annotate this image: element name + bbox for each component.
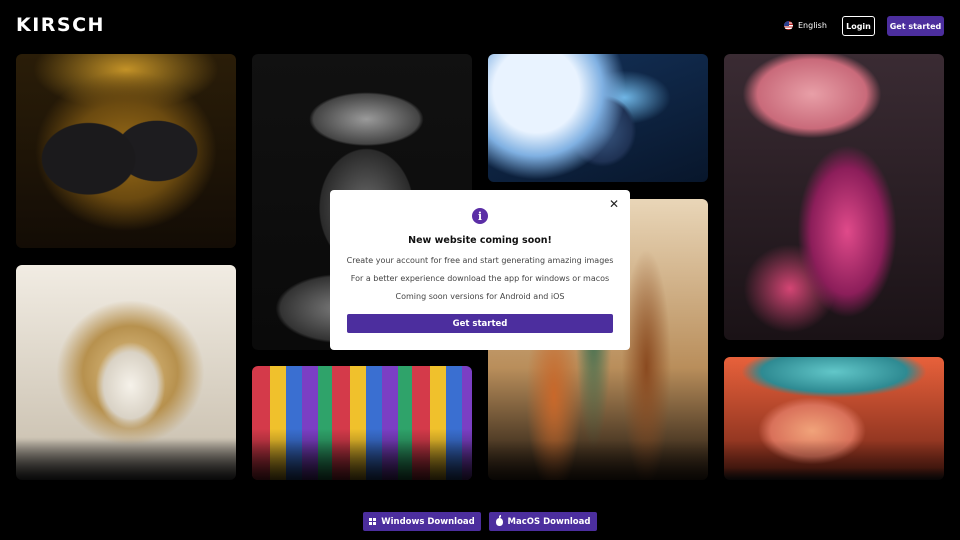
language-label: English: [798, 21, 827, 30]
gallery-image-armored-knight[interactable]: [488, 54, 708, 182]
announcement-modal: ✕ i New website coming soon! Create your…: [330, 190, 630, 350]
windows-download-label: Windows Download: [381, 516, 475, 527]
windows-download-button[interactable]: Windows Download: [363, 512, 481, 531]
login-button[interactable]: Login: [842, 16, 875, 36]
gallery-fade-overlay: [0, 440, 960, 500]
modal-get-started-button[interactable]: Get started: [347, 314, 613, 333]
modal-text-line: Create your account for free and start g…: [346, 256, 614, 265]
gallery-image-bee[interactable]: [16, 54, 236, 248]
close-icon[interactable]: ✕: [608, 198, 620, 210]
header-get-started-button[interactable]: Get started: [887, 16, 944, 36]
macos-download-button[interactable]: MacOS Download: [489, 512, 597, 531]
us-flag-icon: [784, 21, 793, 30]
modal-title: New website coming soon!: [408, 235, 552, 246]
macos-download-label: MacOS Download: [507, 516, 591, 527]
site-logo[interactable]: KIRSCH: [16, 14, 105, 36]
windows-icon: [369, 518, 377, 525]
landing-page: KIRSCH English Login Get started ✕ i New…: [0, 0, 960, 540]
modal-text-line: For a better experience download the app…: [350, 274, 610, 283]
modal-text-line: Coming soon versions for Android and iOS: [395, 292, 565, 301]
apple-icon: [495, 514, 503, 526]
language-selector[interactable]: English: [784, 21, 827, 30]
gallery-image-parasol-dancer[interactable]: [724, 54, 944, 340]
info-icon: i: [472, 208, 488, 224]
